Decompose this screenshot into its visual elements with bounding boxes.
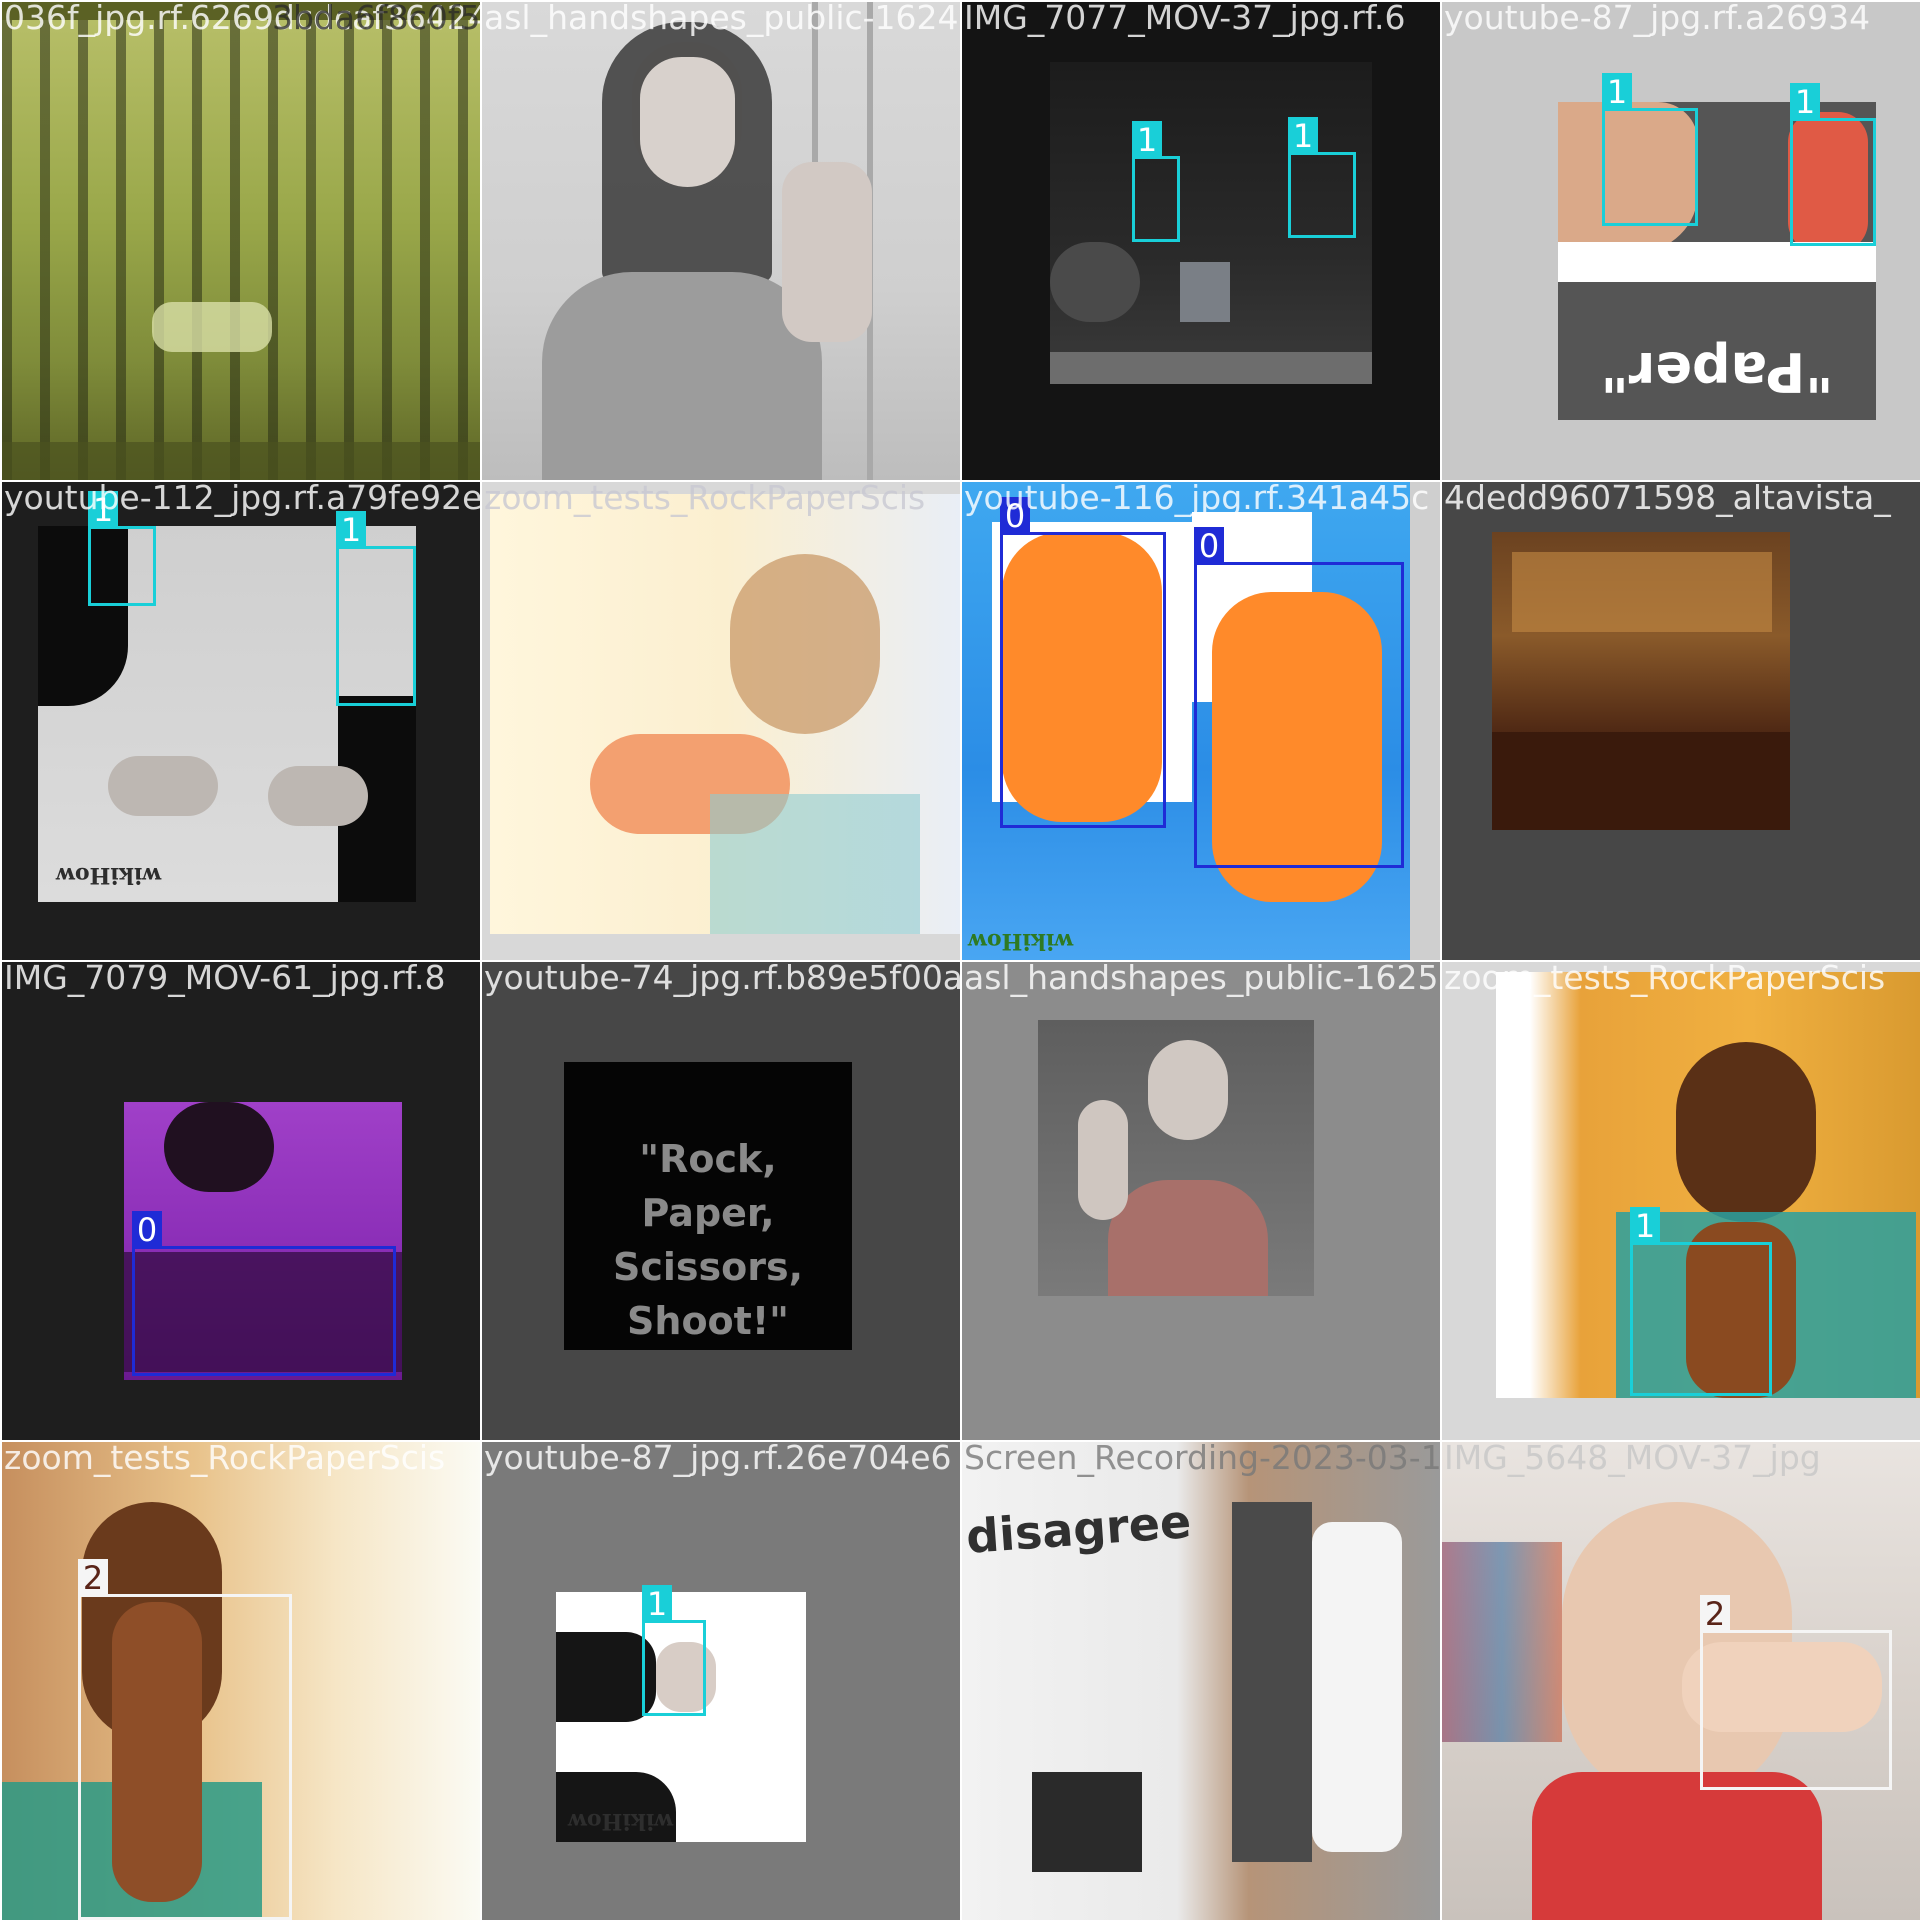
bbox-label: 1 [1602,73,1632,111]
tile-photo [2,2,480,480]
tile-overexposed-man: zoom_tests_RockPaperScis [482,482,960,960]
bbox-label: 1 [1288,117,1318,155]
bbox-class-1: 1 [1132,121,1180,242]
tile-paper-graphic: "Paper" 1 1 youtube-87_jpg.rf.a26934 [1442,2,1920,480]
tile-filename: youtube-74_jpg.rf.b89e5f00a [484,962,960,997]
tile-photo [1492,532,1790,830]
bbox-label: 1 [1790,83,1820,121]
bbox-label: 0 [1000,497,1030,535]
wikihow-logo: wikiHow [968,928,1074,954]
tile-filename: 4dedd96071598_altavista_ [1444,482,1891,517]
tile-photo [482,2,960,480]
bbox-class-1: 1 [88,491,156,606]
tile-restaurant: 4dedd96071598_altavista_ [1442,482,1920,960]
bbox-class-1: 1 [1288,117,1356,238]
tile-wikihow-gray: wikiHow 1 1 youtube-112_jpg.rf.a79fe92e [2,482,480,960]
tile-purple-person: 0 IMG_7079_MOV-61_jpg.rf.8 [2,962,480,1440]
bbox-label: 1 [1132,121,1162,159]
bbox-class-0: 0 [132,1211,396,1376]
tile-woman-asl: asl_handshapes_public-1624053431 [482,2,960,480]
mosaic-grid: 036f_jpg.rf.6269dcdcaf36424 3bda6f8c0f5f… [0,0,1920,1920]
tile-filename: IMG_7077_MOV-37_jpg.rf.6 [964,2,1406,37]
tile-wikihow-white: wikiHow 1 youtube-87_jpg.rf.26e704e6 [482,1442,960,1920]
bbox-class-1: 1 [1630,1207,1772,1396]
bbox-label: 1 [642,1585,672,1623]
bbox-label: 2 [78,1559,108,1597]
overlay-caption: "Rock, Paper, Scissors, Shoot!" [612,1137,804,1343]
bbox-class-0: 0 [1194,527,1404,868]
bbox-label: 1 [88,491,118,529]
bbox-class-2: 2 [1700,1595,1892,1790]
tile-filename: asl_handshapes_public-162525425 [964,962,1440,997]
tile-woman-scissors: 2 IMG_5648_MOV-37_jpg [1442,1442,1920,1920]
wikihow-logo: wikiHow [568,1808,674,1834]
tile-jail-cell: 036f_jpg.rf.6269dcdcaf36424 3bda6f8c0f5f [2,2,480,480]
bbox-class-1: 1 [1602,73,1698,226]
overlay-caption: "Paper" [1600,340,1834,403]
tile-filename: IMG_7079_MOV-61_jpg.rf.8 [4,962,446,997]
tile-orange-hands: wikiHow 0 0 youtube-116_jpg.rf.341a45c [962,482,1440,960]
tile-dark-room: 1 1 IMG_7077_MOV-37_jpg.rf.6 [962,2,1440,480]
bbox-label: 2 [1700,1595,1730,1633]
tile-filename: youtube-112_jpg.rf.a79fe92e [4,482,480,517]
tile-photo [1038,1020,1314,1296]
tile-woman-asl-2: asl_handshapes_public-162525425 [962,962,1440,1440]
bbox-class-1: 1 [336,511,416,706]
bbox-class-2: 2 [78,1559,292,1920]
bbox-label: 1 [336,511,366,549]
wikihow-logo: wikiHow [56,862,162,888]
bbox-label: 0 [132,1211,162,1249]
bbox-class-0: 0 [1000,497,1166,828]
tile-colorful-man: 1 zoom_tests_RockPaperScis [1442,962,1920,1440]
bbox-class-1: 1 [642,1585,706,1716]
tile-photo [490,494,960,934]
tile-filename: youtube-87_jpg.rf.a26934 [1444,2,1871,37]
tile-disagree-office: disagree Screen_Recording-2023-03-1 [962,1442,1440,1920]
tile-man-pointing: 2 zoom_tests_RockPaperScis [2,1442,480,1920]
bbox-class-1: 1 [1790,83,1876,246]
tile-filename: youtube-87_jpg.rf.26e704e6 [484,1442,952,1477]
bbox-label: 0 [1194,527,1224,565]
bbox-label: 1 [1630,1207,1660,1245]
tile-title-card: "Rock, Paper, Scissors, Shoot!" youtube-… [482,962,960,1440]
